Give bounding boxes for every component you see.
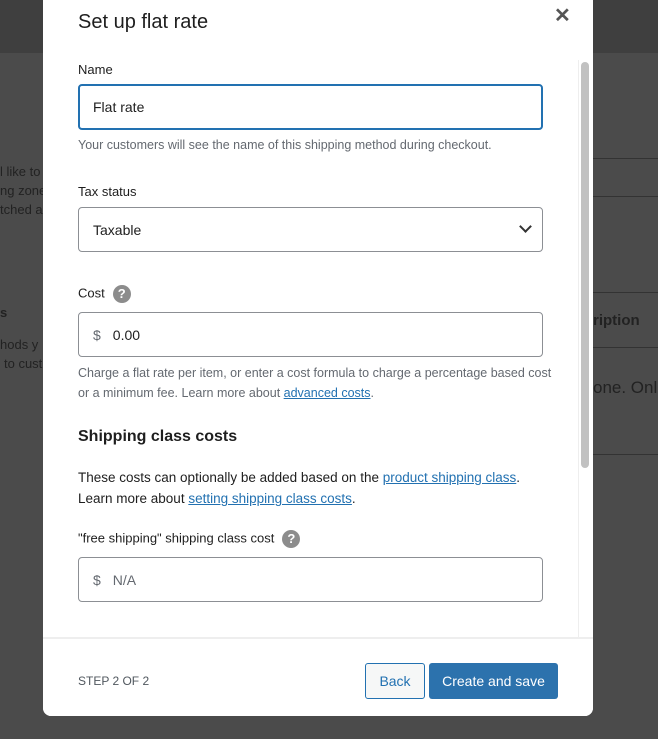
name-input[interactable]: Flat rate	[78, 84, 543, 130]
tax-status-value: Taxable	[93, 221, 142, 238]
bg-text: tched a	[0, 202, 43, 217]
bg-text: s	[0, 305, 8, 320]
cost-label: Cost?	[78, 285, 131, 303]
product-shipping-class-link[interactable]: product shipping class	[383, 470, 517, 485]
shipping-class-description: These costs can optionally be added base…	[78, 467, 558, 509]
create-and-save-button[interactable]: Create and save	[429, 663, 558, 699]
free-shipping-label-text: "free shipping" shipping class cost	[78, 530, 275, 546]
free-shipping-cost-label: "free shipping" shipping class cost?	[78, 530, 301, 548]
scrollbar[interactable]	[578, 60, 590, 637]
setting-shipping-class-costs-link[interactable]: setting shipping class costs	[188, 491, 352, 506]
help-icon[interactable]: ?	[112, 285, 131, 303]
cost-input[interactable]: $0.00	[78, 312, 543, 357]
modal-footer: STEP 2 OF 2 Back Create and save	[43, 637, 593, 716]
text: These costs can optionally be added base…	[78, 470, 383, 485]
free-shipping-cost-input[interactable]: $ N/A	[78, 557, 543, 602]
name-value: Flat rate	[93, 99, 145, 115]
name-label: Name	[78, 62, 113, 77]
advanced-costs-link[interactable]: advanced costs	[284, 386, 371, 400]
bg-text: ng zone	[0, 183, 47, 198]
tax-status-select[interactable]: Taxable	[78, 207, 543, 252]
bg-text: one. Onl	[593, 378, 658, 397]
back-button[interactable]: Back	[365, 663, 425, 699]
modal-title: Set up flat rate	[78, 11, 209, 33]
tax-status-label: Tax status	[78, 184, 137, 199]
currency-symbol: $	[93, 571, 101, 588]
currency-symbol: $	[93, 326, 101, 343]
cost-help: Charge a flat rate per item, or enter a …	[78, 363, 553, 403]
bg-text: to cust	[4, 356, 43, 371]
cost-label-text: Cost	[78, 285, 105, 301]
name-help: Your customers will see the name of this…	[78, 138, 492, 152]
step-indicator: STEP 2 OF 2	[78, 674, 150, 688]
bg-text: l like to	[0, 164, 41, 179]
bg-text: hods y	[0, 337, 39, 352]
cost-value: 0.00	[112, 326, 141, 343]
setup-flat-rate-modal: Set up flat rate ✕ Name Flat rate Your c…	[43, 0, 593, 716]
help-icon[interactable]: ?	[282, 530, 301, 548]
close-icon[interactable]: ✕	[554, 3, 571, 28]
chevron-down-icon	[519, 220, 532, 233]
bg-text: ription	[593, 312, 640, 329]
scrollbar-thumb[interactable]	[581, 62, 589, 468]
text: .	[351, 491, 356, 506]
cost-help-end: .	[370, 386, 374, 400]
shipping-class-heading: Shipping class costs	[78, 428, 238, 445]
free-shipping-placeholder: N/A	[112, 571, 137, 588]
